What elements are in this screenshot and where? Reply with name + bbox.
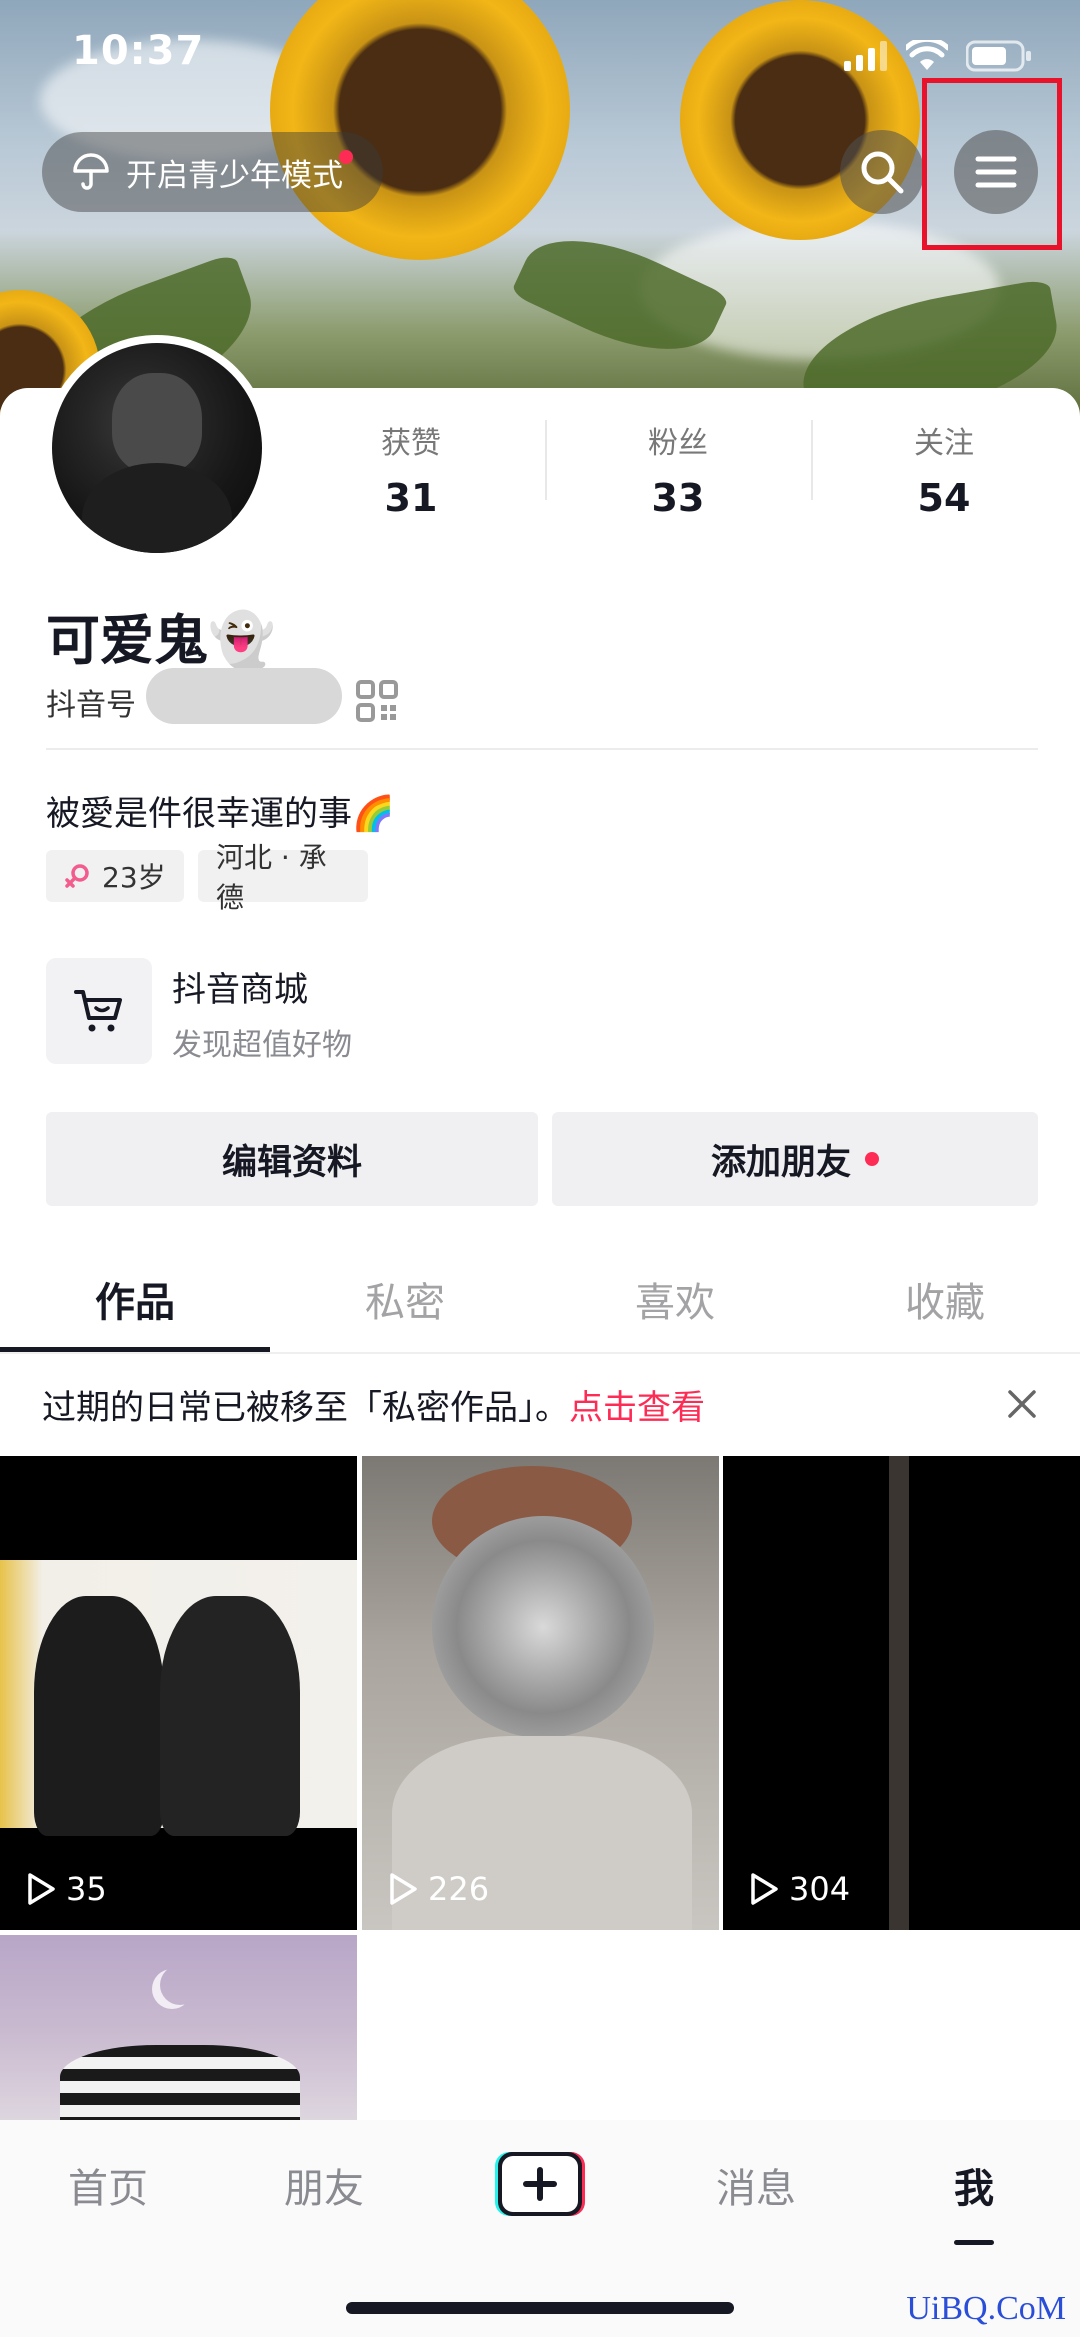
avatar-image bbox=[52, 343, 262, 553]
play-count-value: 35 bbox=[66, 1870, 107, 1908]
nav-me[interactable]: 我 bbox=[894, 2156, 1054, 2214]
mosaic-blur bbox=[432, 1516, 654, 1738]
thumbnail-figure bbox=[60, 2045, 300, 2120]
home-indicator bbox=[346, 2302, 734, 2314]
highlight-frame bbox=[922, 78, 1062, 250]
cart-icon bbox=[74, 990, 122, 1032]
play-icon bbox=[751, 1873, 778, 1905]
stat-followers[interactable]: 粉丝 33 bbox=[545, 418, 811, 520]
stat-value: 33 bbox=[651, 476, 705, 520]
play-icon bbox=[28, 1873, 55, 1905]
avatar-figure-body bbox=[82, 463, 232, 553]
tab-active-indicator bbox=[0, 1347, 270, 1352]
sunflower bbox=[270, 0, 570, 260]
location-tag: 河北 · 承德 bbox=[198, 841, 368, 914]
thumbnail-figure bbox=[160, 1596, 300, 1836]
close-icon[interactable] bbox=[1006, 1388, 1038, 1420]
female-icon bbox=[65, 864, 89, 888]
tab-likes[interactable]: 喜欢 bbox=[540, 1270, 810, 1328]
play-count-value: 304 bbox=[789, 1870, 851, 1908]
video-thumbnail[interactable] bbox=[0, 1935, 357, 2120]
profile-name: 可爱鬼👻 bbox=[46, 609, 276, 672]
play-icon bbox=[390, 1873, 417, 1905]
signal-icon bbox=[844, 41, 887, 71]
stat-label: 粉丝 bbox=[648, 426, 708, 461]
age-tag-label: 23岁 bbox=[102, 861, 166, 894]
video-thumbnail[interactable]: 226 bbox=[362, 1456, 719, 1930]
stat-following[interactable]: 关注 54 bbox=[811, 418, 1077, 520]
douyin-id-label: 抖音号 bbox=[46, 688, 136, 723]
notification-dot bbox=[865, 1152, 879, 1166]
play-count: 226 bbox=[388, 1870, 489, 1908]
battery-icon bbox=[966, 40, 1031, 72]
notice-link[interactable]: 点击查看 bbox=[569, 1388, 705, 1428]
youth-mode-label: 开启青少年模式 bbox=[126, 157, 343, 194]
add-friends-button[interactable]: 添加朋友 bbox=[552, 1112, 1038, 1206]
notification-dot bbox=[339, 150, 353, 164]
stat-likes[interactable]: 获赞 31 bbox=[278, 418, 544, 520]
edit-profile-button[interactable]: 编辑资料 bbox=[46, 1112, 538, 1206]
tab-favorites[interactable]: 收藏 bbox=[810, 1270, 1080, 1328]
play-count-value: 226 bbox=[428, 1870, 490, 1908]
search-icon bbox=[861, 151, 904, 194]
shop-title[interactable]: 抖音商城 bbox=[172, 962, 308, 1011]
create-button[interactable] bbox=[490, 2148, 590, 2220]
video-thumbnail[interactable]: 304 bbox=[723, 1456, 1080, 1930]
qr-code-icon[interactable] bbox=[356, 680, 398, 722]
nav-friends[interactable]: 朋友 bbox=[244, 2156, 404, 2214]
watermark: UiBQ.CoM bbox=[906, 2290, 1066, 2327]
search-button[interactable] bbox=[840, 130, 924, 214]
notice-banner: 过期的日常已被移至「私密作品」。点击查看 bbox=[42, 1380, 705, 1429]
stat-value: 31 bbox=[384, 476, 438, 520]
umbrella-icon bbox=[73, 153, 109, 190]
profile-bio: 被愛是件很幸運的事🌈 bbox=[46, 794, 395, 834]
divider bbox=[46, 748, 1038, 750]
tab-works[interactable]: 作品 bbox=[0, 1270, 270, 1328]
edit-profile-label: 编辑资料 bbox=[221, 1142, 362, 1183]
avatar[interactable] bbox=[44, 335, 270, 561]
status-time: 10:37 bbox=[72, 28, 205, 74]
moon-icon bbox=[160, 1965, 200, 2005]
play-count: 35 bbox=[26, 1870, 107, 1908]
thumbnail-figure bbox=[34, 1596, 164, 1836]
tab-baseline bbox=[0, 1352, 1080, 1354]
stat-label: 获赞 bbox=[381, 426, 441, 461]
nav-home[interactable]: 首页 bbox=[28, 2156, 188, 2214]
notice-text: 过期的日常已被移至「私密作品」。 bbox=[42, 1388, 569, 1428]
douyin-id-value-redacted[interactable] bbox=[146, 668, 342, 724]
status-icons bbox=[844, 40, 1032, 72]
age-tag: 23岁 bbox=[46, 850, 184, 902]
thumbnail-image bbox=[889, 1456, 909, 1930]
shop-subtitle: 发现超值好物 bbox=[172, 1028, 352, 1063]
wifi-icon bbox=[906, 40, 948, 70]
add-friends-label: 添加朋友 bbox=[710, 1142, 851, 1183]
play-count: 304 bbox=[749, 1870, 850, 1908]
nav-messages[interactable]: 消息 bbox=[676, 2156, 836, 2214]
avatar-figure bbox=[112, 373, 202, 473]
stat-value: 54 bbox=[917, 476, 971, 520]
video-thumbnail[interactable]: 35 bbox=[0, 1456, 357, 1930]
youth-mode-button[interactable]: 开启青少年模式 bbox=[42, 132, 383, 212]
tab-private[interactable]: 私密 bbox=[270, 1270, 540, 1328]
nav-active-indicator bbox=[954, 2240, 994, 2245]
shop-entry-icon[interactable] bbox=[46, 958, 152, 1064]
leaf bbox=[510, 211, 730, 379]
location-tag-label: 河北 · 承德 bbox=[216, 841, 327, 914]
stat-label: 关注 bbox=[914, 426, 974, 461]
